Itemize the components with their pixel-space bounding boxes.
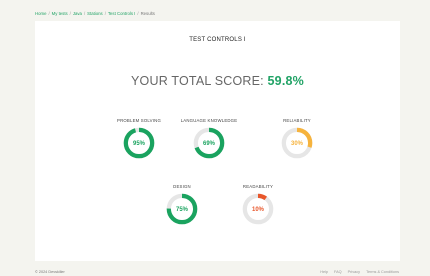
footer-link-help[interactable]: Help [320, 270, 328, 274]
breadcrumb-separator: / [69, 11, 71, 16]
footer-link-terms[interactable]: Terms & Conditions [366, 270, 399, 274]
breadcrumb-separator: / [104, 11, 106, 16]
breadcrumb-stations[interactable]: Stations [87, 11, 103, 16]
footer-links: Help FAQ Privacy Terms & Conditions [314, 270, 399, 274]
metric-percent: 10% [252, 207, 265, 213]
footer-copyright: © 2024 Devskiller [35, 270, 65, 274]
metric-label: RELIABILITY [283, 118, 311, 123]
metric-readability: READABILITY 10% [218, 184, 298, 226]
breadcrumb-java[interactable]: Java [73, 11, 82, 16]
footer-link-privacy[interactable]: Privacy [348, 270, 360, 274]
breadcrumb-separator: / [83, 11, 86, 16]
progress-ring: 10% [242, 193, 274, 225]
metric-label: READABILITY [242, 184, 274, 189]
breadcrumb-home[interactable]: Home [35, 11, 46, 16]
breadcrumb-separator: / [48, 11, 50, 16]
metric-percent: 95% [133, 141, 146, 147]
breadcrumb-my-tests[interactable]: My tests [52, 11, 68, 16]
progress-ring: 75% [166, 193, 198, 225]
breadcrumb-separator: / [137, 11, 139, 16]
progress-ring: 95% [123, 127, 155, 159]
progress-ring: 69% [193, 127, 225, 159]
metric-problem-solving: PROBLEM SOLVING 95% [99, 118, 179, 160]
total-score-label: YOUR TOTAL SCORE: [131, 74, 268, 88]
breadcrumb: Home / My tests / Java / Stations / Test Control… [35, 11, 155, 16]
metric-language-knowledge: LANGUAGE KNOWLEDGE 69% [169, 118, 249, 160]
total-score-value: 59.8% [267, 74, 304, 88]
metric-label: PROBLEM SOLVING [117, 118, 161, 123]
metric-label: DESIGN [173, 184, 191, 189]
metric-percent: 30% [291, 141, 304, 147]
results-card: TEST CONTROLS I YOUR TOTAL SCORE: 59.8% … [35, 21, 400, 261]
breadcrumb-current: Results [140, 11, 155, 16]
metric-reliability: RELIABILITY 30% [257, 118, 337, 160]
metric-percent: 75% [176, 207, 189, 213]
footer-link-faq[interactable]: FAQ [334, 270, 342, 274]
metric-percent: 69% [203, 141, 216, 147]
breadcrumb-test[interactable]: Test Controls I [108, 11, 135, 16]
metric-design: DESIGN 75% [142, 184, 222, 226]
total-score: YOUR TOTAL SCORE: 59.8% [35, 74, 400, 88]
metric-label: LANGUAGE KNOWLEDGE [180, 118, 238, 123]
page-title: TEST CONTROLS I [189, 37, 246, 43]
progress-ring: 30% [281, 127, 313, 159]
